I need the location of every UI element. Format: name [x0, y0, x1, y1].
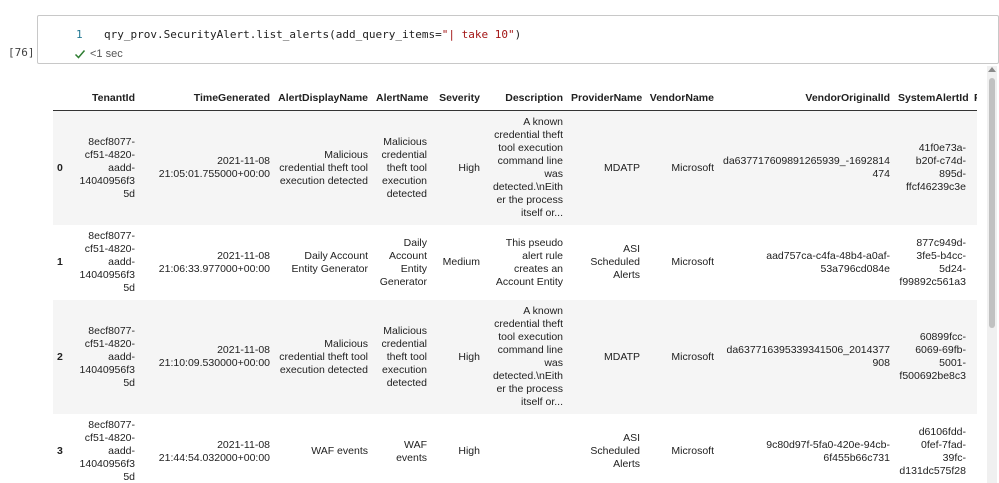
cell-vendorname: Microsoft — [671, 256, 714, 268]
cell-description: This pseudo alert rule creates an Accoun… — [495, 236, 563, 288]
cell-res — [970, 110, 977, 225]
cell-systemalertid: 60899fcc-6069-69fb-5001-f500692be8c3 — [894, 300, 970, 414]
column-header: AlertDisplayName — [274, 86, 372, 111]
cell-alertdisplayname: WAF events — [311, 445, 368, 457]
row-index: 2 — [53, 300, 75, 414]
scrollbar-thumb[interactable] — [989, 78, 995, 328]
cell-alertdisplayname: Daily Account Entity Generator — [291, 249, 368, 275]
cell-alertdisplayname: Malicious credential theft tool executio… — [274, 300, 372, 414]
column-header: SystemAlertId — [894, 86, 970, 111]
vertical-scrollbar[interactable] — [987, 66, 997, 483]
alerts-table: TenantId TimeGenerated AlertDisplayName … — [53, 86, 977, 483]
cell-timegenerated: 2021-11-08 21:05:01.755000+00:00 — [139, 110, 274, 225]
execution-time: <1 sec — [90, 48, 123, 60]
code-prefix: qry_prov.SecurityAlert.list_alerts(add_q… — [104, 28, 442, 41]
table-row: 3 8ecf8077-cf51-4820-aadd-14040956f35d 2… — [53, 414, 977, 483]
cell-vendororiginalid: 9c80d97f-5fa0-420e-94cb-6f455b66c731 — [766, 438, 890, 464]
cell-providername: ASI Scheduled Alerts — [590, 243, 640, 281]
column-header: VendorName — [644, 86, 718, 111]
column-header: AlertName — [372, 86, 431, 111]
cell-vendorname: Microsoft — [644, 300, 718, 414]
cell-severity: High — [431, 300, 484, 414]
scroll-up-arrow-icon[interactable] — [988, 67, 996, 72]
table-row: 2 8ecf8077-cf51-4820-aadd-14040956f35d 2… — [53, 300, 977, 414]
code-editor[interactable]: qry_prov.SecurityAlert.list_alerts(add_q… — [104, 28, 521, 41]
code-string-literal: "| take 10" — [441, 28, 515, 41]
table-row: 1 8ecf8077-cf51-4820-aadd-14040956f35d 2… — [53, 225, 977, 300]
cell-severity: Medium — [442, 256, 480, 268]
cell-providername: MDATP — [567, 110, 644, 225]
column-header: Res — [970, 86, 977, 111]
check-icon — [74, 48, 86, 60]
table-row: 0 8ecf8077-cf51-4820-aadd-14040956f35d 2… — [53, 110, 977, 225]
row-index: 1 — [57, 256, 63, 268]
index-header — [53, 86, 75, 111]
cell-timegenerated: 2021-11-08 21:44:54.032000+00:00 — [158, 438, 270, 464]
cell-alertname: Malicious credential theft tool executio… — [372, 110, 431, 225]
cell-alertname: Daily Account Entity Generator — [379, 236, 427, 288]
execution-status: <1 sec — [74, 48, 123, 60]
cell-tenantid: 8ecf8077-cf51-4820-aadd-14040956f35d — [75, 110, 139, 225]
cell-tenantid: 8ecf8077-cf51-4820-aadd-14040956f35d — [79, 230, 135, 294]
cell-providername: MDATP — [567, 300, 644, 414]
column-header: ProviderName — [567, 86, 644, 111]
row-index: 0 — [53, 110, 75, 225]
cell-severity: High — [458, 445, 480, 457]
cell-vendororiginalid: da637716395339341506_2014377908 — [718, 300, 894, 414]
cell-res — [970, 225, 977, 300]
column-header: TimeGenerated — [139, 86, 274, 111]
cell-providername: ASI Scheduled Alerts — [590, 432, 640, 470]
cell-res — [970, 300, 977, 414]
cell-description: A known credential theft tool execution … — [484, 110, 567, 225]
code-cell[interactable]: 1 qry_prov.SecurityAlert.list_alerts(add… — [37, 15, 999, 64]
cell-alertname: WAF events — [396, 438, 427, 464]
cell-vendororiginalid: da637717609891265939_-1692814474 — [718, 110, 894, 225]
execution-count: [76] — [8, 46, 35, 59]
cell-systemalertid: 41f0e73a-b20f-c74d-895d-ffcf46239c3e — [894, 110, 970, 225]
cell-vendororiginalid: aad757ca-c4fa-48b4-a0af-53a796cd084e — [766, 249, 890, 275]
code-suffix: ) — [514, 28, 522, 41]
cell-tenantid: 8ecf8077-cf51-4820-aadd-14040956f35d — [75, 300, 139, 414]
row-index: 3 — [57, 445, 63, 457]
column-header: Description — [484, 86, 567, 111]
column-header: VendorOriginalId — [718, 86, 894, 111]
column-header: Severity — [431, 86, 484, 111]
cell-alertdisplayname: Malicious credential theft tool executio… — [274, 110, 372, 225]
cell-vendorname: Microsoft — [671, 445, 714, 457]
output-area: TenantId TimeGenerated AlertDisplayName … — [53, 86, 977, 483]
column-header: TenantId — [75, 86, 139, 111]
cell-vendorname: Microsoft — [644, 110, 718, 225]
cell-severity: High — [431, 110, 484, 225]
cell-description — [484, 414, 567, 483]
cell-tenantid: 8ecf8077-cf51-4820-aadd-14040956f35d — [79, 419, 135, 483]
cell-timegenerated: 2021-11-08 21:06:33.977000+00:00 — [158, 249, 270, 275]
cell-alertname: Malicious credential theft tool executio… — [372, 300, 431, 414]
table-header-row: TenantId TimeGenerated AlertDisplayName … — [53, 86, 977, 111]
line-number: 1 — [76, 28, 83, 41]
cell-systemalertid: d6106fdd-0fef-7fad-39fc-d131dc575f28 — [899, 425, 966, 477]
cell-systemalertid: 877c949d-3fe5-b4cc-5d24-f99892c561a3 — [899, 236, 966, 288]
cell-timegenerated: 2021-11-08 21:10:09.530000+00:00 — [139, 300, 274, 414]
cell-res — [970, 414, 977, 483]
cell-description: A known credential theft tool execution … — [484, 300, 567, 414]
